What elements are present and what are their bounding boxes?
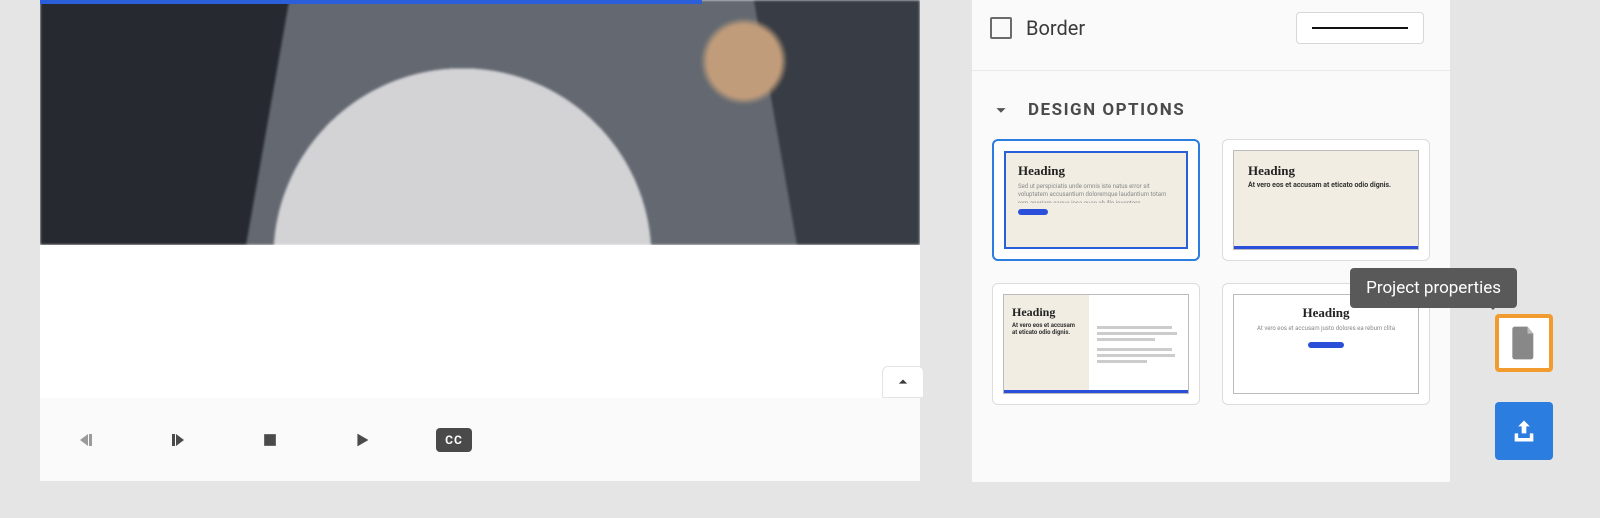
properties-panel: Border DESIGN OPTIONS Heading Sed ut per… (972, 0, 1450, 482)
slide-image (40, 0, 920, 245)
tooltip-text: Project properties (1366, 278, 1501, 298)
design-option-2[interactable]: Heading At vero eos et accusam at eticat… (1222, 139, 1430, 261)
step-forward-button[interactable] (160, 422, 196, 458)
design-option-3[interactable]: Heading At vero eos et accusam at eticat… (992, 283, 1200, 405)
design-option-thumb: Heading At vero eos et accusam at eticat… (1003, 294, 1189, 394)
project-properties-tooltip: Project properties (1350, 268, 1517, 308)
stop-icon (260, 430, 280, 450)
design-option-thumb: Heading At vero eos et accusam justo dol… (1233, 294, 1419, 394)
design-option-thumb: Heading At vero eos et accusam at eticat… (1233, 150, 1419, 250)
right-rail: Project properties (1467, 236, 1553, 460)
design-option-1[interactable]: Heading Sed ut perspiciatis unde omnis i… (992, 139, 1200, 261)
cc-icon: CC (436, 428, 472, 452)
thumb-underline (1004, 390, 1188, 393)
app-root: CC Border DESIGN OPTIONS Heading Sed ut … (0, 0, 1600, 518)
thumb-subtitle: At vero eos et accusam at eticato odio d… (1012, 322, 1081, 336)
thumb-subtitle: At vero eos et accusam at eticato odio d… (1248, 181, 1404, 189)
slide-preview-area: CC (40, 0, 920, 481)
project-properties-button[interactable] (1495, 314, 1553, 372)
thumb-heading: Heading (1248, 163, 1404, 179)
thumb-button (1018, 209, 1048, 215)
border-option: Border (990, 16, 1085, 40)
design-options-title: DESIGN OPTIONS (1028, 100, 1185, 120)
thumb-text: Sed ut perspiciatis unde omnis iste natu… (1018, 183, 1174, 203)
design-option-thumb: Heading Sed ut perspiciatis unde omnis i… (1004, 151, 1188, 249)
closed-captions-button[interactable]: CC (436, 422, 472, 458)
step-back-icon (74, 428, 98, 452)
stop-button[interactable] (252, 422, 288, 458)
border-label: Border (1026, 16, 1085, 40)
design-options-header[interactable]: DESIGN OPTIONS (972, 71, 1450, 139)
expand-panel-button[interactable] (882, 366, 924, 398)
thumb-subtitle: At vero eos et accusam justo dolores ea … (1248, 325, 1404, 332)
thumb-heading: Heading (1018, 163, 1174, 179)
chevron-down-icon (990, 99, 1012, 121)
slide-image-content (40, 0, 920, 245)
document-icon (1510, 326, 1538, 360)
play-button[interactable] (344, 422, 380, 458)
border-style-line (1312, 27, 1408, 29)
step-back-button[interactable] (68, 422, 104, 458)
border-row: Border (972, 0, 1450, 71)
chevron-up-icon (893, 372, 913, 392)
thumb-underline (1234, 246, 1418, 249)
share-icon (1510, 417, 1538, 445)
thumb-button (1308, 342, 1344, 348)
play-icon (351, 429, 373, 451)
border-style-dropdown[interactable] (1296, 12, 1424, 44)
thumb-heading: Heading (1012, 305, 1081, 320)
step-forward-icon (166, 428, 190, 452)
share-button[interactable] (1495, 402, 1553, 460)
border-checkbox[interactable] (990, 17, 1012, 39)
selection-indicator (40, 0, 702, 4)
transport-bar: CC (40, 398, 920, 481)
